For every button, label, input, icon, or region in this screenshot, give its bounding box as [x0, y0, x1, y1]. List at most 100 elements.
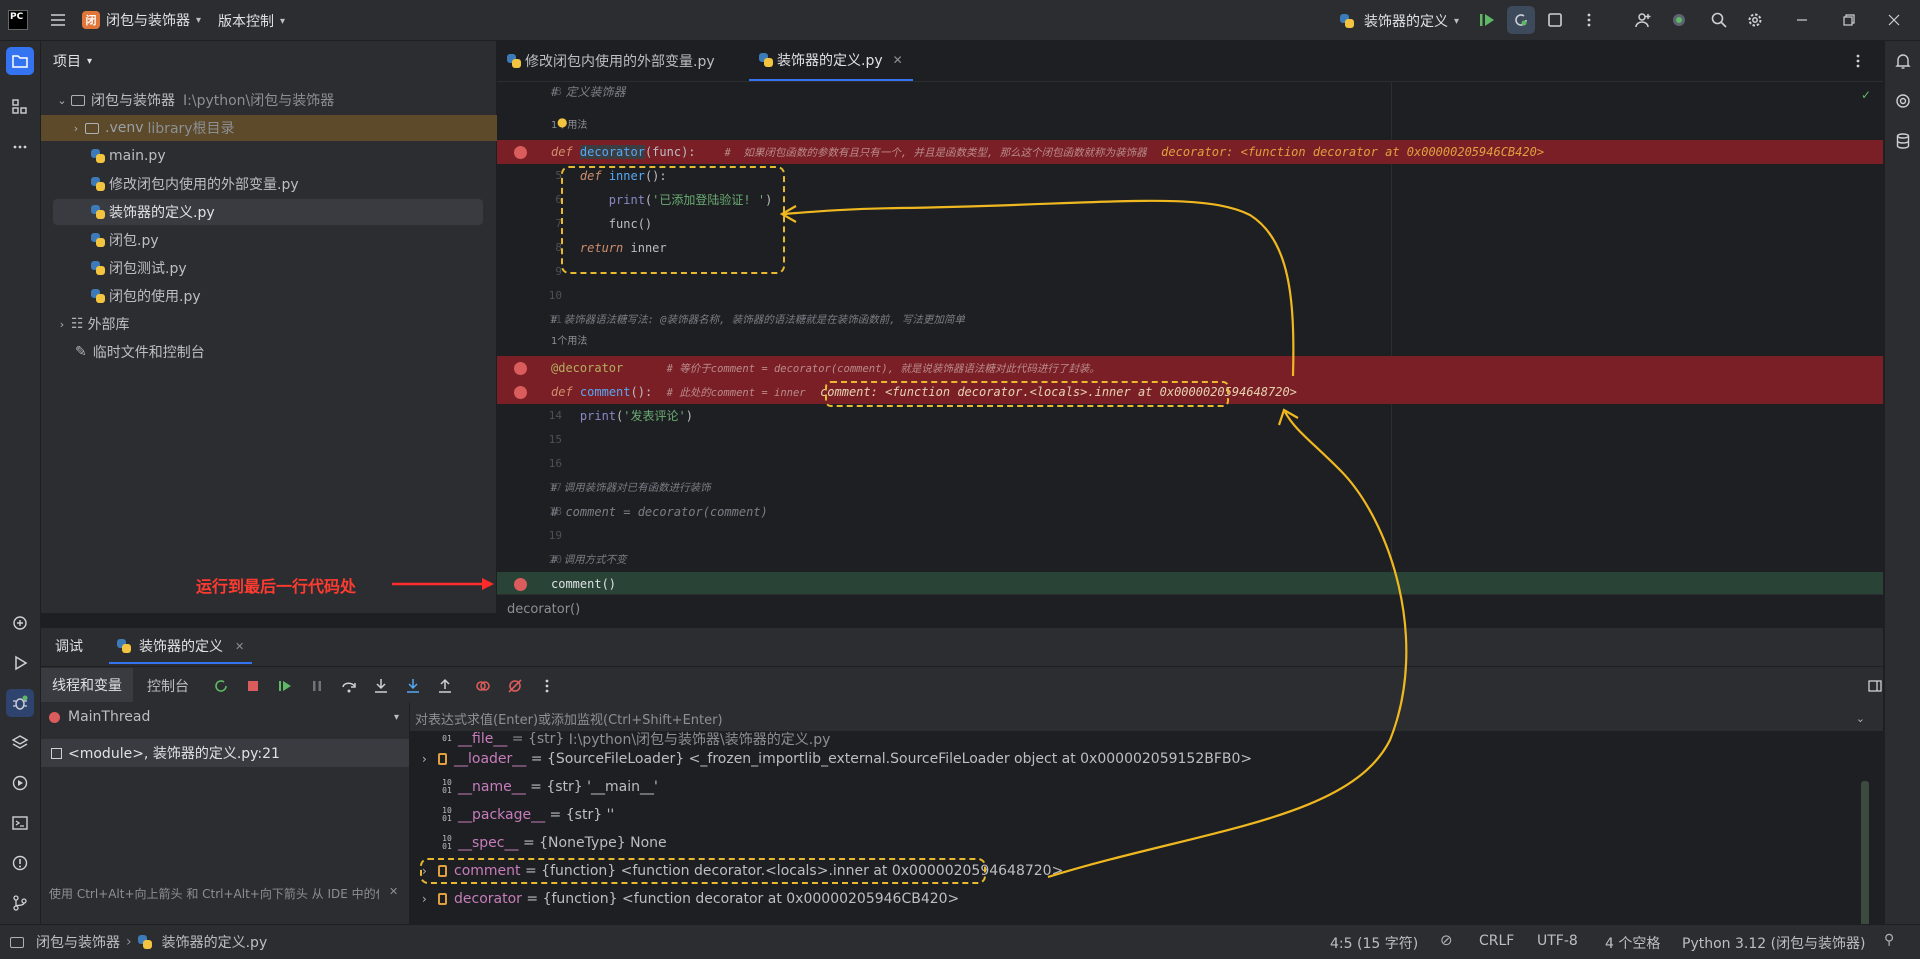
ai-assistant-icon[interactable]: [1889, 87, 1917, 115]
code-editor[interactable]: ✓ 3 # 定义装饰器 ● 1个用法 def decorator(func): …: [497, 82, 1883, 594]
variable-name: decorator: [454, 891, 522, 907]
evaluate-expression-field[interactable]: 对表达式求值(Enter)或添加监视(Ctrl+Shift+Enter) ⌄: [415, 706, 1875, 730]
python-interpreter[interactable]: Python 3.12 (闭包与装饰器): [1682, 933, 1866, 953]
code-with-me-icon[interactable]: [1665, 6, 1693, 34]
tree-item-file[interactable]: 修改闭包内使用的外部变量.py: [41, 171, 546, 197]
code-comment: # 装饰器语法糖写法: @装饰器名称, 装饰器的语法糖就是在装饰函数前, 写法更…: [551, 314, 965, 326]
chevron-down-icon: ▾: [280, 15, 286, 27]
main-menu-icon[interactable]: [44, 6, 72, 34]
tree-item-label: main.py: [109, 148, 166, 164]
tree-item-file[interactable]: main.py: [41, 143, 546, 169]
variable-row[interactable]: › __loader__ = {SourceFileLoader} <_froz…: [422, 745, 1252, 773]
debug-session-tab[interactable]: 装饰器的定义 ✕: [109, 630, 253, 664]
project-panel-header[interactable]: 项目 ▾: [53, 51, 92, 71]
library-icon: ☷: [71, 316, 84, 332]
step-into-my-code-icon[interactable]: [399, 672, 427, 700]
tab-console[interactable]: 控制台: [147, 676, 189, 696]
breakpoint-icon[interactable]: [514, 146, 527, 159]
editor-more-icon[interactable]: [1844, 47, 1872, 75]
rerun-debug-icon[interactable]: [1507, 6, 1535, 34]
thread-selector[interactable]: MainThread ▾: [49, 709, 399, 725]
problems-icon[interactable]: [6, 849, 34, 877]
vcs-menu[interactable]: 版本控制 ▾: [218, 11, 285, 31]
stop-icon[interactable]: [239, 672, 267, 700]
breakpoint-icon[interactable]: [514, 362, 527, 375]
chevron-right-icon[interactable]: ›: [422, 892, 438, 906]
status-breadcrumb[interactable]: 闭包与装饰器 › 装饰器的定义.py: [10, 932, 267, 952]
tree-item-file-selected[interactable]: 装饰器的定义.py: [53, 199, 483, 225]
indent-setting[interactable]: 4 个空格: [1605, 933, 1660, 953]
pause-icon[interactable]: [303, 672, 331, 700]
variable-row[interactable]: › decorator = {function} <function decor…: [422, 885, 959, 913]
tree-item-external-libs[interactable]: › ☷ 外部库: [41, 311, 510, 337]
run-config-selector[interactable]: 装饰器的定义 ▾: [1340, 11, 1459, 31]
project-selector[interactable]: 闭 闭包与装饰器 ▾: [82, 10, 201, 30]
view-breakpoints-icon[interactable]: [469, 672, 497, 700]
debug-tab-title[interactable]: 调试: [55, 636, 83, 656]
project-folder-icon[interactable]: [6, 47, 34, 75]
close-tab-icon[interactable]: ✕: [893, 53, 903, 67]
close-hint-icon[interactable]: ✕: [389, 885, 398, 898]
usages-hint[interactable]: ● 1个用法: [551, 115, 587, 134]
python-packages-icon[interactable]: [6, 609, 34, 637]
resume-icon[interactable]: [1473, 6, 1501, 34]
git-icon[interactable]: [6, 889, 34, 917]
add-user-icon[interactable]: [1629, 6, 1657, 34]
resume-program-icon[interactable]: [271, 672, 299, 700]
chevron-down-icon: ▾: [1454, 15, 1460, 27]
stop-icon[interactable]: [1541, 6, 1569, 34]
tree-item-hint: I:\python\闭包与装饰器: [183, 93, 335, 109]
more-tools-icon[interactable]: [6, 133, 34, 161]
usages-hint[interactable]: 1个用法: [551, 334, 587, 350]
tree-item-project-root[interactable]: ⌄ 闭包与装饰器 I:\python\闭包与装饰器: [41, 87, 510, 113]
tree-item-file[interactable]: 闭包的使用.py: [41, 283, 546, 309]
settings-gear-icon[interactable]: [1741, 6, 1769, 34]
layers-icon[interactable]: [6, 729, 34, 757]
more-actions-icon[interactable]: [533, 672, 561, 700]
rerun-icon[interactable]: [207, 672, 235, 700]
database-icon[interactable]: [1889, 127, 1917, 155]
close-tab-icon[interactable]: ✕: [235, 640, 244, 653]
step-over-icon[interactable]: [335, 672, 363, 700]
tab-threads-variables[interactable]: 线程和变量: [41, 668, 133, 702]
read-only-toggle-icon[interactable]: ⊘: [1440, 931, 1453, 949]
breakpoint-icon[interactable]: [514, 578, 527, 591]
project-panel-title: 项目: [53, 54, 81, 70]
search-icon[interactable]: [1705, 6, 1733, 34]
tree-item-file[interactable]: 闭包.py: [41, 227, 546, 253]
tab-modify-closure[interactable]: 修改闭包内使用的外部变量.py: [497, 41, 725, 81]
breakpoint-icon[interactable]: [514, 386, 527, 399]
line-separator[interactable]: CRLF: [1479, 933, 1514, 949]
lock-icon[interactable]: ⚲: [1884, 932, 1894, 948]
mute-breakpoints-icon[interactable]: [501, 672, 529, 700]
minimize-icon[interactable]: [1788, 6, 1816, 34]
variable-row[interactable]: 10 01 __spec__ = {NoneType} None: [442, 829, 666, 857]
run-icon[interactable]: [6, 649, 34, 677]
stack-frame[interactable]: <module>, 装饰器的定义.py:21: [41, 739, 409, 767]
layout-icon[interactable]: [1861, 672, 1889, 700]
tree-item-file[interactable]: 闭包测试.py: [41, 255, 546, 281]
restore-icon[interactable]: [1835, 6, 1863, 34]
step-out-icon[interactable]: [431, 672, 459, 700]
variable-row[interactable]: 10 01 __package__ = {str} '': [442, 801, 614, 829]
terminal-icon[interactable]: [6, 809, 34, 837]
tree-item-scratches[interactable]: ✎ 临时文件和控制台: [41, 339, 530, 365]
breadcrumb-item[interactable]: decorator(): [507, 602, 580, 617]
step-into-icon[interactable]: [367, 672, 395, 700]
file-encoding[interactable]: UTF-8: [1537, 933, 1578, 949]
more-actions-icon[interactable]: [1575, 6, 1603, 34]
variable-row[interactable]: 10 01 __name__ = {str} '__main__': [442, 773, 658, 801]
chevron-down-icon[interactable]: ⌄: [1856, 712, 1865, 725]
tree-item-venv[interactable]: › .venv library根目录: [41, 115, 524, 141]
variable-value: '': [606, 807, 615, 823]
close-icon[interactable]: [1880, 6, 1908, 34]
debug-bug-icon[interactable]: [6, 689, 34, 717]
services-icon[interactable]: [6, 769, 34, 797]
variables-scrollbar[interactable]: [1861, 781, 1869, 931]
chevron-right-icon[interactable]: ›: [422, 752, 438, 766]
lightbulb-icon[interactable]: ●: [557, 114, 567, 130]
structure-icon[interactable]: [6, 93, 34, 121]
notifications-bell-icon[interactable]: [1889, 47, 1917, 75]
tab-decorator-definition[interactable]: 装饰器的定义.py ✕: [749, 41, 913, 81]
caret-position[interactable]: 4:5 (15 字符): [1330, 933, 1418, 953]
